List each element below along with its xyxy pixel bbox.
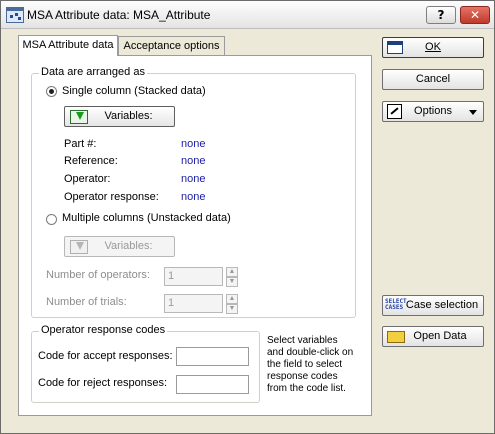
single-column-radio[interactable] bbox=[46, 86, 57, 97]
select-cases-icon: SELECT CASES bbox=[385, 298, 407, 311]
reject-code-input[interactable] bbox=[176, 375, 249, 394]
app-icon bbox=[6, 7, 24, 23]
open-data-button[interactable]: Open Data bbox=[382, 326, 484, 347]
cancel-button[interactable]: Cancel bbox=[382, 69, 484, 90]
title-bar: MSA Attribute data: MSA_Attribute ? ✕ bbox=[1, 1, 494, 29]
number-of-trials-input[interactable]: 1 bbox=[164, 294, 223, 313]
trials-spin-down[interactable]: ▼ bbox=[226, 304, 238, 314]
part-label: Part #: bbox=[64, 138, 97, 150]
multiple-columns-radio[interactable] bbox=[46, 214, 57, 225]
ok-icon bbox=[387, 41, 403, 54]
options-button[interactable]: Options bbox=[382, 101, 484, 122]
number-of-operators-input[interactable]: 1 bbox=[164, 267, 223, 286]
help-button[interactable]: ? bbox=[426, 6, 456, 24]
accept-code-input[interactable] bbox=[176, 347, 249, 366]
number-of-trials-label: Number of trials: bbox=[46, 296, 127, 308]
options-icon bbox=[387, 104, 402, 119]
arrangement-group-title: Data are arranged as bbox=[39, 66, 147, 78]
trials-spin-up[interactable]: ▲ bbox=[226, 294, 238, 304]
variables-button-multiple[interactable]: Variables: bbox=[64, 236, 175, 257]
radio-selected-dot bbox=[49, 89, 54, 94]
window-title: MSA Attribute data: MSA_Attribute bbox=[27, 8, 211, 22]
close-button[interactable]: ✕ bbox=[460, 6, 490, 24]
ok-button[interactable]: OK bbox=[382, 37, 484, 58]
operators-spin-down[interactable]: ▼ bbox=[226, 277, 238, 287]
operator-response-label: Operator response: bbox=[64, 191, 159, 203]
open-data-label: Open Data bbox=[413, 330, 467, 342]
cancel-label: Cancel bbox=[415, 73, 451, 85]
case-selection-button[interactable]: SELECT CASES Case selection bbox=[382, 295, 484, 316]
multiple-columns-label[interactable]: Multiple columns (Unstacked data) bbox=[62, 212, 231, 224]
case-selection-label: Case selection bbox=[405, 299, 479, 311]
reference-value[interactable]: none bbox=[181, 155, 205, 167]
response-codes-note: Select variables and double-click on the… bbox=[267, 335, 354, 394]
reference-label: Reference: bbox=[64, 155, 118, 167]
variables-icon-disabled bbox=[70, 240, 88, 254]
accept-code-label: Code for accept responses: bbox=[38, 350, 173, 362]
operator-value[interactable]: none bbox=[181, 173, 205, 185]
operators-spin-up[interactable]: ▲ bbox=[226, 267, 238, 277]
variables-button-label: Variables: bbox=[104, 110, 153, 122]
tab-panel: Data are arranged as Single column (Stac… bbox=[18, 55, 372, 416]
tab-msa-attribute-data[interactable]: MSA Attribute data bbox=[18, 35, 118, 56]
part-value[interactable]: none bbox=[181, 138, 205, 150]
options-label: Options bbox=[414, 105, 452, 117]
single-column-label[interactable]: Single column (Stacked data) bbox=[62, 85, 206, 97]
chevron-down-icon bbox=[469, 110, 477, 115]
open-folder-icon bbox=[387, 331, 405, 343]
tab-acceptance-options[interactable]: Acceptance options bbox=[118, 36, 225, 55]
ok-label: OK bbox=[425, 41, 441, 53]
reject-code-label: Code for reject responses: bbox=[38, 377, 168, 389]
variables-button-multiple-label: Variables: bbox=[104, 240, 153, 252]
number-of-operators-label: Number of operators: bbox=[46, 269, 150, 281]
dialog-window: MSA Attribute data: MSA_Attribute ? ✕ MS… bbox=[0, 0, 495, 434]
variables-button-single[interactable]: Variables: bbox=[64, 106, 175, 127]
response-codes-title: Operator response codes bbox=[39, 324, 168, 336]
variables-icon bbox=[70, 110, 88, 124]
operator-label: Operator: bbox=[64, 173, 111, 185]
operator-response-value[interactable]: none bbox=[181, 191, 205, 203]
